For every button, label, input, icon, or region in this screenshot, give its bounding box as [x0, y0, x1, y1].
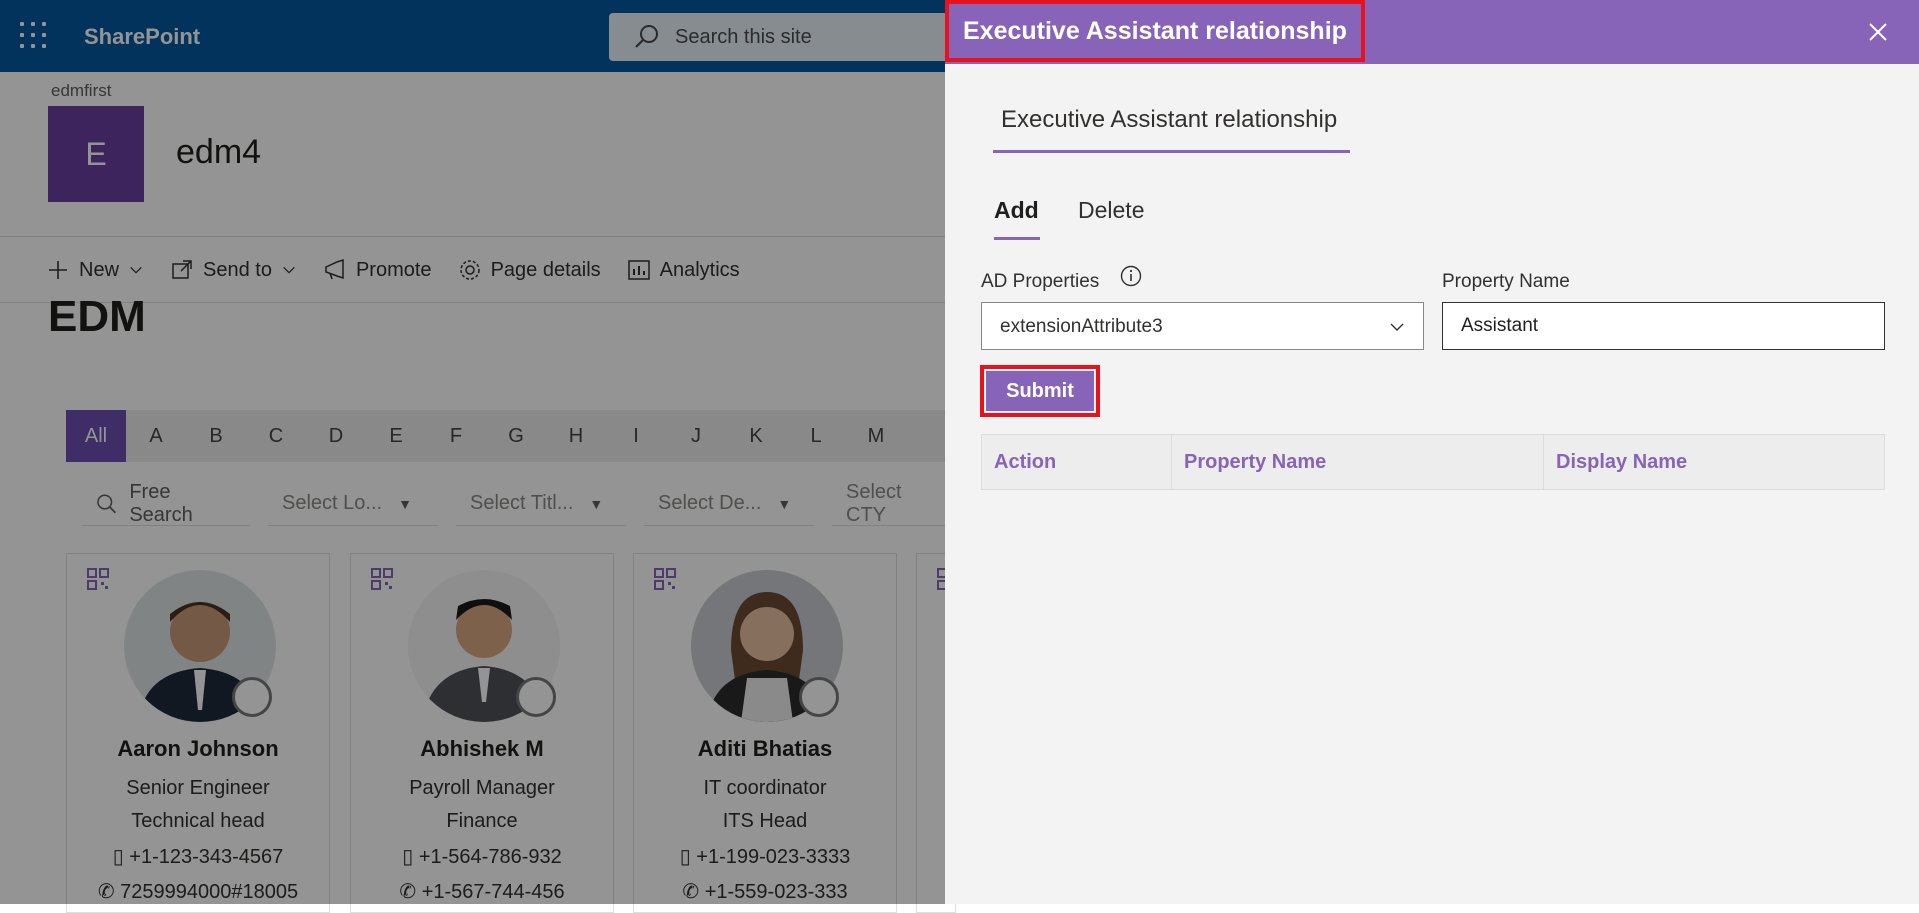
side-panel: Executive Assistant relationship Executi…	[945, 0, 1919, 904]
submit-button[interactable]: Submit	[986, 371, 1094, 411]
close-icon[interactable]	[1864, 18, 1892, 46]
ad-properties-value: extensionAttribute3	[1000, 316, 1163, 337]
property-name-input[interactable]	[1442, 302, 1885, 350]
column-display-name: Display Name	[1556, 450, 1688, 473]
ad-properties-label: AD Properties	[981, 271, 1100, 292]
chevron-down-icon	[1390, 323, 1404, 331]
tab-add[interactable]: Add	[994, 197, 1039, 224]
column-property-name: Property Name	[1172, 435, 1544, 489]
submit-highlight: Submit	[980, 365, 1100, 417]
info-icon[interactable]	[1120, 265, 1142, 287]
tab-executive-assistant[interactable]: Executive Assistant relationship	[1001, 106, 1337, 134]
properties-table-header: Action Property Name Display Name	[981, 434, 1885, 490]
panel-title: Executive Assistant relationship	[945, 0, 1365, 62]
tab-add-underline	[994, 237, 1040, 240]
tab-delete[interactable]: Delete	[1078, 197, 1144, 224]
property-name-label: Property Name	[1442, 271, 1570, 292]
tab-underline	[993, 150, 1350, 153]
modal-overlay[interactable]	[0, 0, 945, 904]
column-action: Action	[982, 435, 1172, 489]
ad-properties-dropdown[interactable]: extensionAttribute3	[981, 302, 1424, 350]
